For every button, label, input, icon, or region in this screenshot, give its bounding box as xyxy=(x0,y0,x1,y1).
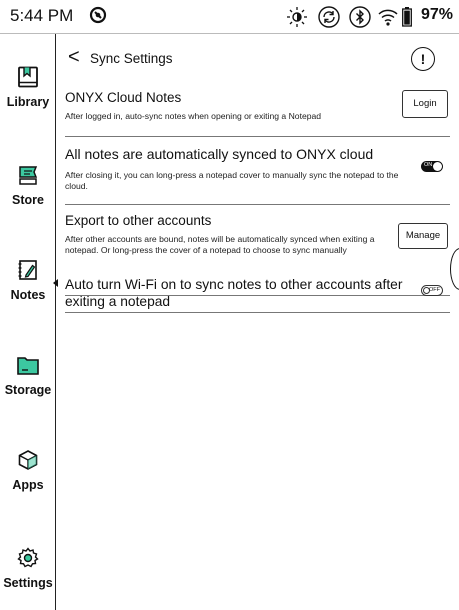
store-icon xyxy=(0,164,56,191)
auto-sync-title: All notes are automatically synced to ON… xyxy=(65,146,374,162)
sidebar-item-store[interactable]: Store xyxy=(0,164,56,207)
wifi-icon[interactable] xyxy=(376,5,400,34)
cloud-notes-row: ONYX Cloud Notes After logged in, auto-s… xyxy=(65,84,450,137)
info-icon[interactable]: ! xyxy=(411,47,435,71)
sync-settings-panel: < Sync Settings ! ONYX Cloud Notes After… xyxy=(56,34,459,610)
sidebar-item-label: Store xyxy=(12,193,44,207)
battery-percent: 97% xyxy=(420,6,453,23)
settings-icon xyxy=(0,547,56,574)
wifi-title: Auto turn Wi-Fi on to sync notes to othe… xyxy=(65,277,403,309)
sidebar-item-label: Notes xyxy=(10,288,46,302)
back-button[interactable]: < xyxy=(68,46,80,69)
toggle-knob xyxy=(433,162,442,171)
auto-sync-toggle[interactable]: ON xyxy=(421,161,443,172)
sidebar: Library Store Notes Storage Apps Setting… xyxy=(0,34,58,610)
cloud-notes-title: ONYX Cloud Notes xyxy=(65,90,182,105)
battery-icon xyxy=(402,7,412,32)
cloud-notes-description: After logged in, auto-sync notes when op… xyxy=(65,111,322,121)
storage-icon xyxy=(0,354,56,381)
library-icon xyxy=(0,66,56,93)
notes-icon xyxy=(0,259,56,286)
export-description: After other accounts are bound, notes wi… xyxy=(65,234,375,255)
toggle-off-label: OFF xyxy=(429,287,440,293)
export-title: Export to other accounts xyxy=(65,213,212,228)
sidebar-item-label: Settings xyxy=(3,576,53,590)
auto-sync-row: All notes are automatically synced to ON… xyxy=(65,142,450,205)
login-button[interactable]: Login xyxy=(402,90,448,118)
toggle-on-label: ON xyxy=(424,162,433,168)
page-title: Sync Settings xyxy=(90,51,173,66)
sidebar-item-settings[interactable]: Settings xyxy=(0,547,56,590)
status-bar: 5:44 PM 97% xyxy=(0,0,459,34)
refresh-icon[interactable] xyxy=(317,5,341,34)
brightness-icon xyxy=(285,5,309,34)
sidebar-item-notes[interactable]: Notes xyxy=(0,259,58,302)
sync-app-icon xyxy=(88,5,108,30)
manage-button[interactable]: Manage xyxy=(398,223,448,249)
sidebar-item-label: Library xyxy=(6,95,50,109)
sidebar-item-label: Storage xyxy=(4,383,52,397)
wifi-toggle[interactable]: OFF xyxy=(421,285,443,296)
auto-sync-description: After closing it, you can long-press a n… xyxy=(65,170,399,191)
sidebar-item-apps[interactable]: Apps xyxy=(0,449,56,492)
status-time: 5:44 PM xyxy=(10,6,74,25)
wifi-row: Auto turn Wi-Fi on to sync notes to othe… xyxy=(65,274,450,313)
sidebar-item-label: Apps xyxy=(12,478,44,492)
apps-icon xyxy=(0,449,56,476)
sidebar-item-library[interactable]: Library xyxy=(0,66,56,109)
sidebar-item-storage[interactable]: Storage xyxy=(0,354,56,397)
bluetooth-icon[interactable] xyxy=(348,5,372,34)
